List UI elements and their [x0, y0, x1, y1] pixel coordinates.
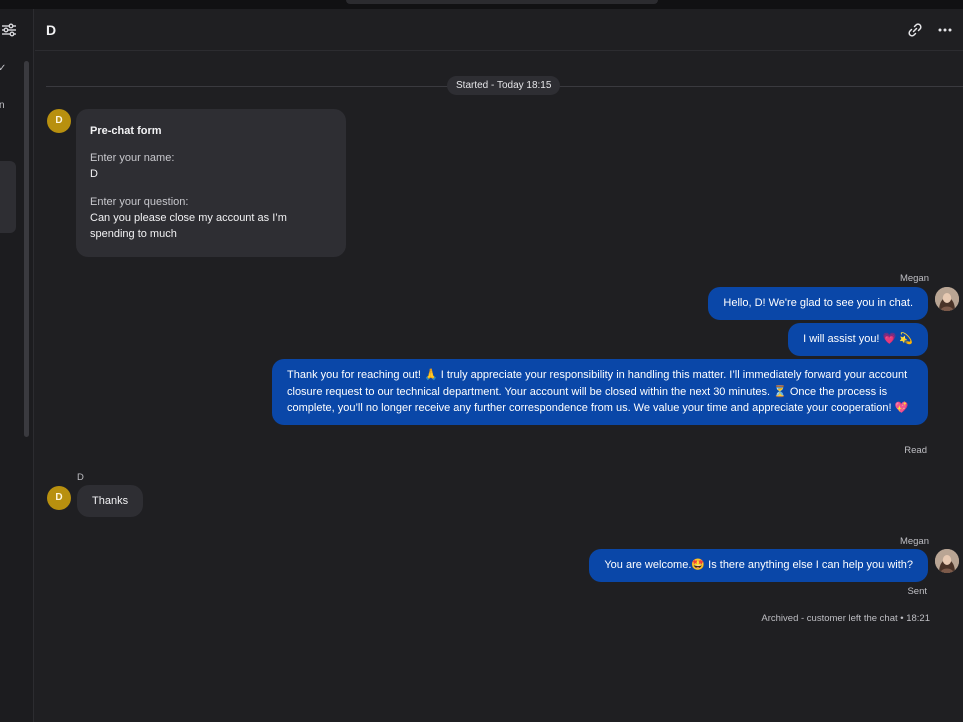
agent-message: You are welcome.🤩 Is there anything else… [589, 549, 928, 582]
question-label: Enter your question: [90, 196, 189, 208]
sliders-icon[interactable] [1, 22, 17, 38]
read-receipt: Read [904, 445, 927, 456]
customer-avatar: D [47, 109, 71, 133]
sent-receipt: Sent [907, 586, 927, 597]
agent-name: Megan [899, 536, 929, 547]
question-value: Can you please close my account as I’m s… [90, 212, 287, 240]
name-value: D [90, 168, 98, 180]
customer-avatar: D [47, 486, 71, 510]
chat-list-panel: ✓ n [0, 9, 34, 722]
name-label: Enter your name: [90, 152, 175, 164]
archived-status: Archived - customer left the chat • 18:2… [761, 613, 930, 624]
window-top-bar [0, 0, 963, 9]
check-icon[interactable]: ✓ [0, 63, 6, 74]
agent-message: Thank you for reaching out! 🙏 I truly ap… [272, 359, 928, 425]
truncated-label: n [0, 100, 5, 111]
top-handle [346, 0, 658, 4]
agent-photo-icon [935, 549, 959, 573]
chat-started-label: Started - Today 18:15 [447, 76, 561, 95]
agent-avatar [935, 549, 959, 573]
chat-list-item-selected[interactable] [0, 161, 16, 233]
link-icon[interactable] [906, 21, 924, 39]
chat-header: D [35, 9, 963, 51]
agent-message: Hello, D! We're glad to see you in chat. [708, 287, 928, 320]
agent-photo-icon [935, 287, 959, 311]
more-horizontal-icon[interactable] [936, 21, 954, 39]
chat-main: D Started - Today 18:15 D Pre-chat form … [35, 9, 963, 722]
chat-list-scrollbar[interactable] [24, 61, 29, 437]
agent-name: Megan [899, 273, 929, 284]
prechat-title: Pre-chat form [90, 125, 162, 137]
agent-avatar [935, 287, 959, 311]
customer-message: Thanks [77, 485, 144, 517]
customer-name: D [77, 472, 84, 483]
prechat-form-card: Pre-chat form Enter your name: D Enter y… [76, 109, 346, 257]
agent-message: I will assist you! 💗 💫 [788, 323, 928, 356]
chat-title: D [46, 22, 57, 38]
